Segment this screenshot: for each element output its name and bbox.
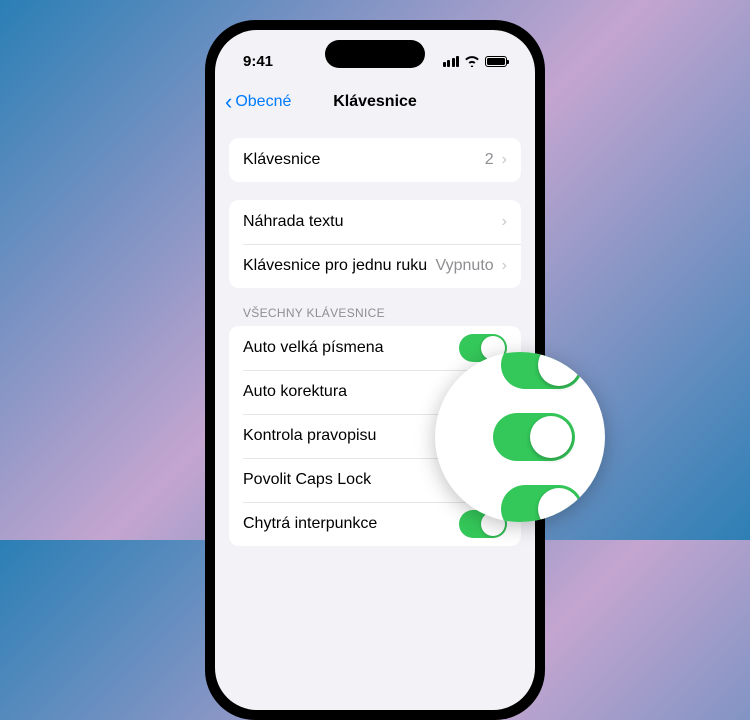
row-label: Kontrola pravopisu [243,427,459,445]
row-label: Povolit Caps Lock [243,471,459,489]
row-label: Auto velká písmena [243,339,459,357]
status-time: 9:41 [243,53,273,70]
row-label: Klávesnice [243,151,485,169]
row-label: Náhrada textu [243,213,502,231]
magnified-toggle [501,352,583,389]
row-value: 2 [485,151,494,169]
battery-icon [485,56,507,67]
dynamic-island [325,40,425,68]
magnified-toggle-focus [493,413,575,461]
chevron-right-icon: › [502,151,507,169]
row-label: Auto korektura [243,383,459,401]
row-value: Vypnuto [436,257,494,275]
signal-icon [443,56,460,67]
row-label: Chytrá interpunkce [243,515,459,533]
chevron-right-icon: › [502,213,507,231]
magnified-toggle [501,485,583,522]
row-text-replacement[interactable]: Náhrada textu › [229,200,521,244]
nav-title: Klávesnice [333,93,417,111]
group-keyboards: Klávesnice 2 › [229,138,521,182]
wifi-icon [464,55,480,67]
back-button[interactable]: ‹ Obecné [225,91,291,113]
row-label: Klávesnice pro jednu ruku [243,257,436,275]
chevron-left-icon: ‹ [225,91,232,113]
row-keyboards[interactable]: Klávesnice 2 › [229,138,521,182]
group-text: Náhrada textu › Klávesnice pro jednu ruk… [229,200,521,288]
nav-bar: ‹ Obecné Klávesnice [215,80,535,124]
magnifier-highlight [435,352,605,522]
row-one-handed-keyboard[interactable]: Klávesnice pro jednu ruku Vypnuto › [229,244,521,288]
back-label: Obecné [235,93,291,111]
chevron-right-icon: › [502,257,507,275]
section-header-all-keyboards: VŠECHNY KLÁVESNICE [229,306,521,326]
status-right [443,55,508,67]
